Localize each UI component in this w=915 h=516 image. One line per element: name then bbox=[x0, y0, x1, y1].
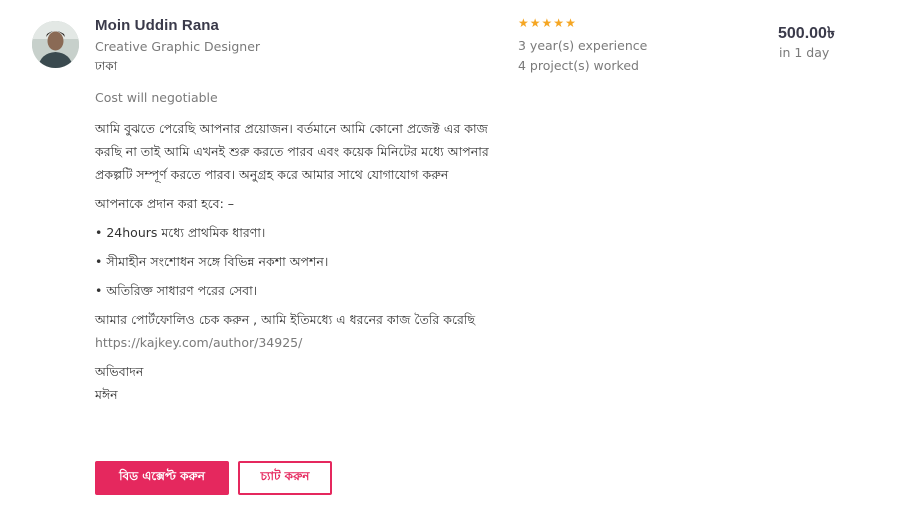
freelancer-role: Creative Graphic Designer bbox=[95, 39, 261, 54]
rating-stars: ★ ★ ★ ★ ★ bbox=[518, 16, 576, 30]
offer-list: আপনাকে প্রদান করা হবে: – • 24hours মধ্যে… bbox=[95, 192, 495, 302]
star-icon: ★ bbox=[553, 16, 565, 30]
offer-item: • 24hours মধ্যে প্রাথমিক ধারণা। bbox=[95, 225, 266, 240]
bid-card: Moin Uddin Rana Creative Graphic Designe… bbox=[0, 0, 915, 516]
signature: মঈন bbox=[95, 387, 118, 402]
avatar-photo-icon bbox=[32, 21, 79, 68]
star-icon: ★ bbox=[529, 16, 541, 30]
delivery-time: in 1 day bbox=[779, 45, 830, 60]
star-icon: ★ bbox=[565, 16, 576, 30]
chat-button[interactable]: চ্যাট করুন bbox=[238, 461, 332, 495]
star-icon: ★ bbox=[518, 16, 529, 30]
cost-note: Cost will negotiable bbox=[95, 90, 218, 105]
bid-price: 500.00৳ bbox=[778, 25, 835, 42]
offer-item: • অতিরিক্ত সাধারণ পরের সেবা। bbox=[95, 283, 258, 298]
bid-message: আমি বুঝতে পেরেছি আপনার প্রয়োজন। বর্তমান… bbox=[95, 117, 495, 406]
offer-heading: আপনাকে প্রদান করা হবে: – bbox=[95, 196, 235, 211]
star-icon: ★ bbox=[541, 16, 553, 30]
greeting: অভিবাদন bbox=[95, 364, 144, 379]
freelancer-location: ঢাকা bbox=[95, 59, 118, 73]
avatar[interactable] bbox=[32, 21, 79, 68]
offer-item: • সীমাহীন সংশোধন সঙ্গে বিভিন্ন নকশা অপশন… bbox=[95, 254, 329, 269]
experience-text: 3 year(s) experience bbox=[518, 38, 648, 53]
portfolio-link[interactable]: https://kajkey.com/author/34925/ bbox=[95, 331, 495, 354]
freelancer-name[interactable]: Moin Uddin Rana bbox=[95, 17, 219, 34]
message-intro: আমি বুঝতে পেরেছি আপনার প্রয়োজন। বর্তমান… bbox=[95, 121, 489, 182]
accept-bid-button[interactable]: বিড এক্সেপ্ট করুন bbox=[95, 461, 229, 495]
portfolio-text: আমার পোর্টফোলিও চেক করুন , আমি ইতিমধ্যে … bbox=[95, 312, 476, 327]
projects-text: 4 project(s) worked bbox=[518, 58, 639, 73]
